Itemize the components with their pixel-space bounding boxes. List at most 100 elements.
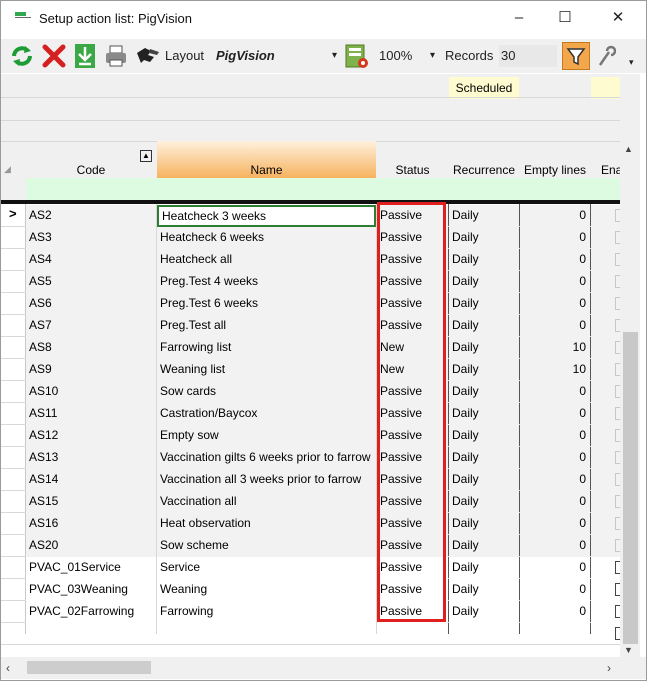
scroll-up-icon[interactable]: ▲ bbox=[624, 144, 633, 154]
table-row[interactable]: AS3 Heatcheck 6 weeks Passive Daily 0 bbox=[1, 227, 627, 249]
cell-code[interactable]: PVAC_01Service bbox=[26, 557, 156, 579]
sort-indicator-icon[interactable]: ▲ bbox=[140, 150, 152, 162]
cell-recurrence[interactable]: Daily bbox=[449, 271, 519, 293]
cell-empty-lines[interactable]: 0 bbox=[520, 403, 590, 425]
cell-recurrence[interactable]: Daily bbox=[449, 491, 519, 513]
cell-code[interactable]: AS20 bbox=[26, 535, 156, 557]
cell-name[interactable]: Heatcheck all bbox=[157, 249, 376, 271]
download-icon[interactable] bbox=[74, 43, 96, 69]
filter-button[interactable] bbox=[562, 42, 590, 70]
cell-empty-lines[interactable]: 0 bbox=[520, 513, 590, 535]
cell-recurrence[interactable]: Daily bbox=[449, 359, 519, 381]
table-row[interactable]: AS16 Heat observation Passive Daily 0 bbox=[1, 513, 627, 535]
new-row[interactable] bbox=[1, 623, 627, 645]
cell-empty-lines[interactable]: 0 bbox=[520, 205, 590, 227]
cell-recurrence[interactable]: Daily bbox=[449, 557, 519, 579]
cell-recurrence[interactable]: Daily bbox=[449, 315, 519, 337]
maximize-button[interactable]: ☐ bbox=[542, 1, 588, 35]
cell-name[interactable]: Weaning bbox=[157, 579, 376, 601]
table-row[interactable]: AS12 Empty sow Passive Daily 0 bbox=[1, 425, 627, 447]
table-row[interactable]: AS4 Heatcheck all Passive Daily 0 bbox=[1, 249, 627, 271]
cell-empty-lines[interactable]: 10 bbox=[520, 359, 590, 381]
layout-select[interactable]: PigVision bbox=[216, 48, 275, 63]
column-header-status[interactable]: Status bbox=[377, 163, 448, 177]
cell-empty-lines[interactable]: 0 bbox=[520, 535, 590, 557]
cell-name[interactable]: Preg.Test 4 weeks bbox=[157, 271, 376, 293]
wrench-icon[interactable] bbox=[596, 43, 616, 69]
cell-name[interactable]: Vaccination gilts 6 weeks prior to farro… bbox=[157, 447, 376, 469]
cell-code[interactable]: AS11 bbox=[26, 403, 156, 425]
table-row[interactable]: AS13 Vaccination gilts 6 weeks prior to f… bbox=[1, 447, 627, 469]
cell-empty-lines[interactable]: 0 bbox=[520, 579, 590, 601]
cell-name[interactable]: Preg.Test all bbox=[157, 315, 376, 337]
delete-icon[interactable] bbox=[41, 43, 67, 69]
cell-name[interactable]: Sow scheme bbox=[157, 535, 376, 557]
cell-empty-lines[interactable]: 0 bbox=[520, 447, 590, 469]
cell-empty-lines[interactable]: 0 bbox=[520, 557, 590, 579]
cell-name[interactable]: Preg.Test 6 weeks bbox=[157, 293, 376, 315]
cell-code[interactable]: AS15 bbox=[26, 491, 156, 513]
cell-recurrence[interactable]: Daily bbox=[449, 535, 519, 557]
horizontal-scrollbar[interactable]: ‹ › bbox=[1, 657, 646, 679]
table-row[interactable]: AS2 Heatcheck 3 weeks Passive Daily 0 > bbox=[1, 205, 627, 227]
refresh-icon[interactable] bbox=[10, 43, 34, 69]
cell-recurrence[interactable]: Daily bbox=[449, 227, 519, 249]
cell-code[interactable]: AS5 bbox=[26, 271, 156, 293]
cell-code[interactable]: AS14 bbox=[26, 469, 156, 491]
minimize-button[interactable]: – bbox=[496, 1, 542, 35]
close-button[interactable]: ✕ bbox=[595, 1, 641, 35]
cell-code[interactable]: AS9 bbox=[26, 359, 156, 381]
cell-name[interactable]: Farrowing bbox=[157, 601, 376, 623]
cell-empty-lines[interactable]: 0 bbox=[520, 293, 590, 315]
overflow-icon[interactable]: ▾ bbox=[629, 57, 634, 68]
column-header-code[interactable]: Code bbox=[26, 163, 156, 177]
cell-recurrence[interactable]: Daily bbox=[449, 403, 519, 425]
filter-row[interactable] bbox=[26, 178, 620, 200]
scroll-left-icon[interactable]: ‹ bbox=[6, 661, 10, 675]
cell-name[interactable]: Weaning list bbox=[157, 359, 376, 381]
cell-empty-lines[interactable]: 0 bbox=[520, 249, 590, 271]
cell-recurrence[interactable]: Daily bbox=[449, 425, 519, 447]
cell-empty-lines[interactable]: 10 bbox=[520, 337, 590, 359]
column-header-enabled[interactable]: Ena bbox=[601, 163, 620, 177]
table-row[interactable]: AS20 Sow scheme Passive Daily 0 bbox=[1, 535, 627, 557]
cell-code[interactable]: AS16 bbox=[26, 513, 156, 535]
cell-code[interactable]: AS10 bbox=[26, 381, 156, 403]
horizontal-scroll-thumb[interactable] bbox=[27, 661, 151, 674]
cell-recurrence[interactable]: Daily bbox=[449, 513, 519, 535]
print-icon[interactable] bbox=[104, 43, 128, 69]
zoom-dropdown-icon[interactable]: ▾ bbox=[430, 50, 435, 61]
cell-empty-lines[interactable]: 0 bbox=[520, 381, 590, 403]
cell-name[interactable]: Empty sow bbox=[157, 425, 376, 447]
layout-settings-icon[interactable] bbox=[344, 43, 370, 69]
cell-empty-lines[interactable]: 0 bbox=[520, 601, 590, 623]
cell-recurrence[interactable]: Daily bbox=[449, 579, 519, 601]
cell-code[interactable]: AS6 bbox=[26, 293, 156, 315]
cell-empty-lines[interactable]: 0 bbox=[520, 271, 590, 293]
cell-code[interactable]: AS7 bbox=[26, 315, 156, 337]
table-row[interactable]: AS14 Vaccination all 3 weeks prior to far… bbox=[1, 469, 627, 491]
table-row[interactable]: AS6 Preg.Test 6 weeks Passive Daily 0 bbox=[1, 293, 627, 315]
table-row[interactable]: AS7 Preg.Test all Passive Daily 0 bbox=[1, 315, 627, 337]
cell-code[interactable]: AS2 bbox=[26, 205, 156, 227]
layout-dropdown-icon[interactable]: ▾ bbox=[332, 50, 337, 61]
cell-empty-lines[interactable]: 0 bbox=[520, 227, 590, 249]
table-row[interactable]: AS9 Weaning list New Daily 10 bbox=[1, 359, 627, 381]
cell-recurrence[interactable]: Daily bbox=[449, 249, 519, 271]
cell-name[interactable]: Vaccination all bbox=[157, 491, 376, 513]
column-header-empty-lines[interactable]: Empty lines bbox=[520, 163, 590, 177]
cell-recurrence[interactable]: Daily bbox=[449, 205, 519, 227]
table-row[interactable]: AS11 Castration/Baycox Passive Daily 0 bbox=[1, 403, 627, 425]
cell-name[interactable]: Service bbox=[157, 557, 376, 579]
table-row[interactable]: AS5 Preg.Test 4 weeks Passive Daily 0 bbox=[1, 271, 627, 293]
column-header-recurrence[interactable]: Recurrence bbox=[449, 163, 519, 177]
cell-recurrence[interactable]: Daily bbox=[449, 601, 519, 623]
scroll-right-icon[interactable]: › bbox=[607, 661, 611, 675]
cell-recurrence[interactable]: Daily bbox=[449, 293, 519, 315]
vertical-scrollbar[interactable]: ▲ ▼ bbox=[620, 74, 640, 657]
cell-code[interactable]: PVAC_02Farrowing bbox=[26, 601, 156, 623]
cell-code[interactable]: AS3 bbox=[26, 227, 156, 249]
cell-code[interactable]: PVAC_03Weaning bbox=[26, 579, 156, 601]
cell-empty-lines[interactable]: 0 bbox=[520, 491, 590, 513]
cell-code[interactable]: AS8 bbox=[26, 337, 156, 359]
